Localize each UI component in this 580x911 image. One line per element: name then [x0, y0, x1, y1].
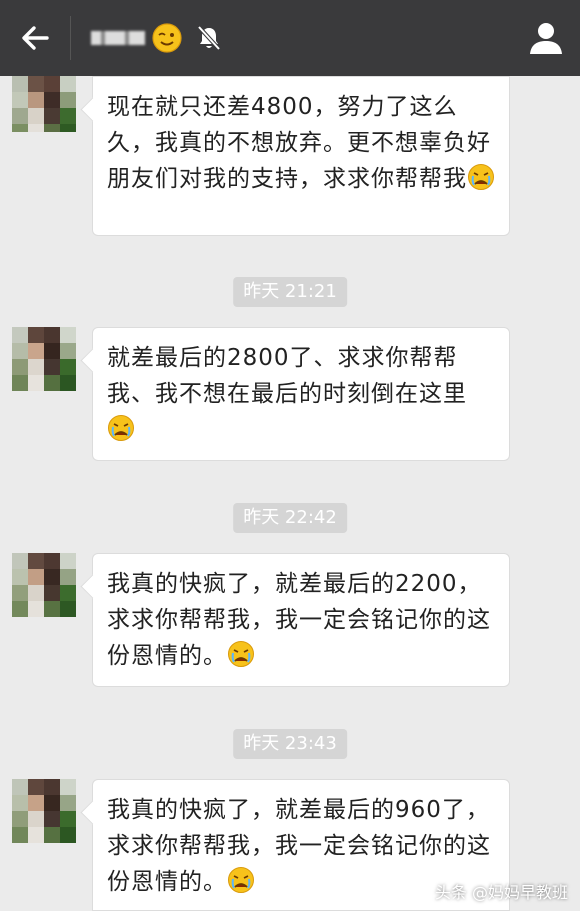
contact-name-blurred: [91, 31, 145, 45]
person-icon: [530, 23, 562, 54]
crying-emoji-icon: [108, 415, 134, 441]
message-bubble[interactable]: 就差最后的2800了、求求你帮帮我、我不想在最后的时刻倒在这里: [92, 327, 510, 461]
profile-button[interactable]: [526, 18, 566, 58]
timestamp: 昨天 22:42: [233, 503, 347, 533]
message-bubble[interactable]: 现在就只还差4800，努力了这么久，我真的不想放弃。更不想辜负好朋友们对我的支持…: [92, 76, 510, 236]
message-text: 我真的快疯了，就差最后的960了，求求你帮帮我，我一定会铭记你的这份恩情的。: [107, 797, 491, 895]
sender-avatar[interactable]: [12, 779, 76, 843]
sender-avatar[interactable]: [12, 553, 76, 617]
chat-titlebar: [0, 0, 580, 76]
message-bubble[interactable]: 我真的快疯了，就差最后的2200，求求你帮帮我，我一定会铭记你的这份恩情的。: [92, 553, 510, 687]
back-button[interactable]: [0, 0, 70, 76]
sender-avatar[interactable]: [12, 327, 76, 391]
chat-title: [91, 22, 225, 54]
crying-emoji-icon: [468, 164, 494, 190]
bell-muted-icon: [197, 25, 221, 51]
titlebar-divider: [70, 16, 71, 60]
timestamp: 昨天 23:43: [233, 729, 347, 759]
message-text: 我真的快疯了，就差最后的2200，求求你帮帮我，我一定会铭记你的这份恩情的。: [107, 571, 491, 669]
sender-avatar[interactable]: [12, 76, 76, 132]
wink-emoji-icon: [152, 23, 182, 53]
crying-emoji-icon: [228, 867, 254, 893]
timestamp: 昨天 21:21: [233, 277, 347, 307]
arrow-left-icon: [22, 26, 49, 50]
watermark: 头条 @妈妈早教班: [434, 883, 568, 902]
message-text: 就差最后的2800了、求求你帮帮我、我不想在最后的时刻倒在这里: [107, 345, 467, 407]
message-text: 现在就只还差4800，努力了这么久，我真的不想放弃。更不想辜负好朋友们对我的支持…: [107, 94, 491, 192]
crying-emoji-icon: [228, 641, 254, 667]
